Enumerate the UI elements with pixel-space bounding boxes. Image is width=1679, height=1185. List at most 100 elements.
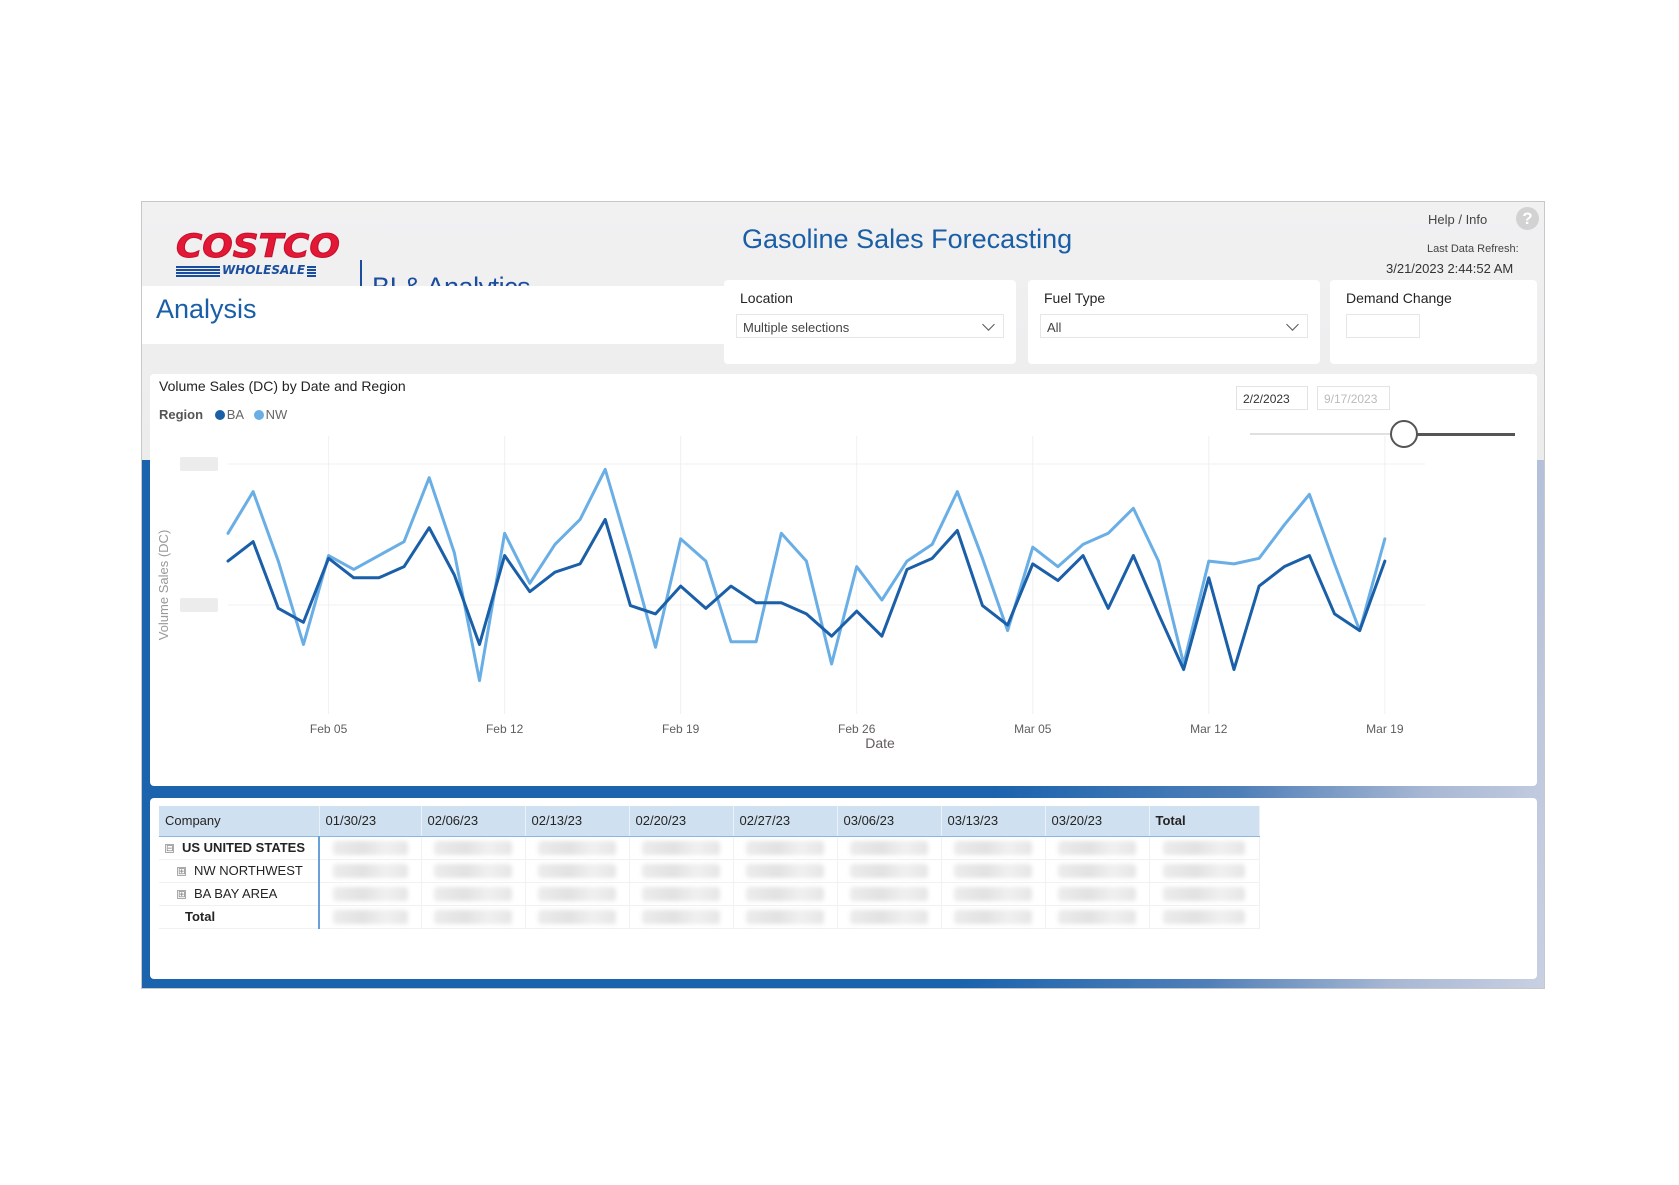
x-tick-label: Mar 12 [1190,722,1228,736]
line-chart-card: Feb 05 Feb 12 Feb 19 Feb 26 Mar 05 Mar 12 Mar … [150,374,1537,786]
logo-wholesale-text: WHOLESALE [220,263,308,277]
column-header-date[interactable]: 03/06/23 [837,806,942,837]
x-tick-label: Mar 05 [1014,722,1052,736]
redacted-value-cell [837,836,942,860]
redacted-value-cell [319,882,422,906]
x-axis-title: Date [865,735,895,751]
legend-label-ba: BA [226,407,245,422]
x-tick-label: Mar 19 [1366,722,1404,736]
legend-item-ba[interactable]: BA [214,407,245,422]
expand-icon[interactable]: ⊞ [177,867,186,876]
redacted-value-cell [1149,836,1260,860]
row-label: BA BAY AREA [194,886,278,901]
column-header-date[interactable]: 02/06/23 [421,806,526,837]
redacted-value-cell [525,859,630,883]
y-tick-label-redacted [180,457,218,471]
redacted-value [954,909,1032,924]
column-header-company[interactable]: Company [159,806,320,837]
date-range-start-input[interactable]: 2/2/2023 [1236,386,1308,410]
column-header-date[interactable]: 03/13/23 [941,806,1046,837]
redacted-value [746,909,824,924]
redacted-value-cell [941,859,1046,883]
redacted-value-cell [1149,882,1260,906]
legend-dot-ba [214,410,225,420]
report-title: Gasoline Sales Forecasting [742,224,1073,254]
date-range-slider[interactable] [1250,420,1515,448]
x-tick-label: Feb 05 [310,722,348,736]
demand-change-input[interactable] [1346,314,1420,338]
column-header-date[interactable]: 01/30/23 [319,806,422,837]
chart-title: Volume Sales (DC) by Date and Region [159,378,406,394]
redacted-value [642,909,720,924]
redacted-value-cell [525,836,630,860]
redacted-value [332,886,408,901]
chevron-down-icon [982,318,995,331]
redacted-value [332,909,408,924]
collapse-icon[interactable]: ⊟ [165,844,174,853]
redacted-value-cell [421,905,526,929]
redacted-value [850,840,928,855]
slider-handle[interactable] [1389,420,1418,448]
redacted-value [850,886,928,901]
row-label: Total [185,909,216,924]
help-info-link[interactable]: Help / Info [1428,212,1487,227]
redacted-value-cell [1045,836,1150,860]
redacted-value [332,840,408,855]
redacted-value-cell [941,882,1046,906]
chart-legend: Region BA NW [159,407,293,422]
redacted-value [434,909,512,924]
redacted-value-cell [837,859,942,883]
redacted-value-cell [733,905,838,929]
redacted-value-cell [525,882,630,906]
table-row: ⊟ US UNITED STATES [159,836,1260,860]
location-label: Location [740,290,793,306]
page-title: Analysis [156,294,257,324]
redacted-value-cell [421,882,526,906]
x-tick-label: Feb 26 [838,722,876,736]
redacted-value [1058,909,1136,924]
redacted-value [434,840,512,855]
date-range-end-input[interactable]: 9/17/2023 [1317,386,1390,410]
column-header-date[interactable]: 02/13/23 [525,806,630,837]
redacted-value-cell [319,905,422,929]
legend-item-nw[interactable]: NW [253,407,287,422]
report-canvas: COSTCO WHOLESALE BI & Analytics Gasoline… [141,201,1545,989]
redacted-value-cell [525,905,630,929]
redacted-value [746,840,824,855]
redacted-value-cell [629,905,734,929]
redacted-value [434,863,512,878]
redacted-value-cell [1045,882,1150,906]
expand-icon[interactable]: ⊞ [177,890,186,899]
redacted-value [538,909,616,924]
help-icon[interactable]: ? [1516,207,1539,230]
table-row: Total [159,905,1260,929]
column-header-date[interactable]: 03/20/23 [1045,806,1150,837]
redacted-value [1162,909,1246,924]
redacted-value [1162,886,1246,901]
redacted-value-cell [837,905,942,929]
redacted-value [1058,886,1136,901]
location-dropdown[interactable]: Multiple selections [736,314,1004,338]
fuel-type-slicer: Fuel Type All [1028,280,1320,364]
table-row: ⊞ BA BAY AREA [159,882,1260,906]
y-tick-label-redacted [180,598,218,612]
column-header-date[interactable]: 02/27/23 [733,806,838,837]
column-header-date[interactable]: 02/20/23 [629,806,734,837]
y-axis-title: Volume Sales (DC) [156,530,171,641]
fuel-type-value: All [1047,320,1062,335]
redacted-value [538,863,616,878]
matrix-header-row: Company 01/30/23 02/06/23 02/13/23 02/20/23 0… [159,806,1260,837]
redacted-value-cell [421,859,526,883]
redacted-value [1058,840,1136,855]
redacted-value [538,886,616,901]
row-header: ⊞ NW NORTHWEST [159,859,320,883]
column-header-total[interactable]: Total [1149,806,1260,837]
fuel-type-dropdown[interactable]: All [1040,314,1308,338]
redacted-value-cell [837,882,942,906]
redacted-value [332,863,408,878]
redacted-value-cell [319,859,422,883]
series-line-nw [226,467,1387,683]
redacted-value-cell [629,882,734,906]
redacted-value-cell [941,905,1046,929]
location-value: Multiple selections [743,320,850,335]
